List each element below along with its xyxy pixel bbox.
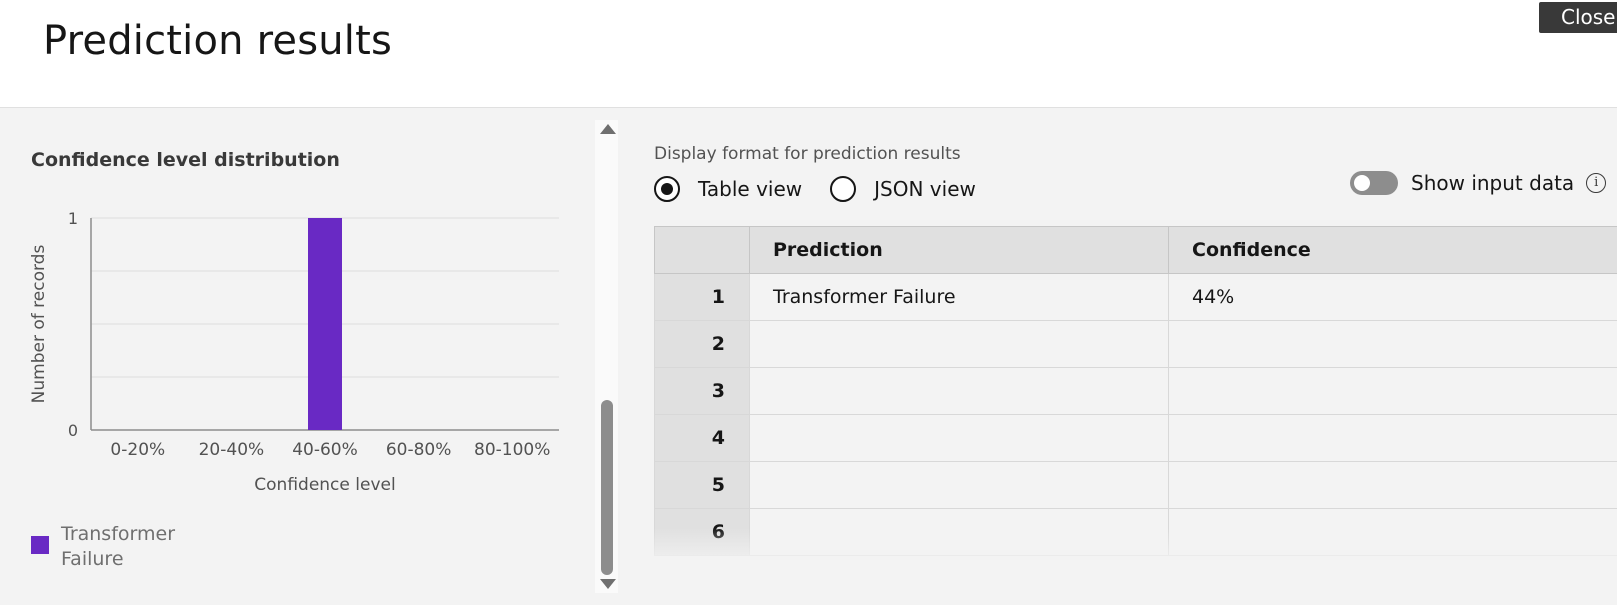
- confidence-cell[interactable]: [1168, 320, 1617, 368]
- radio-selected-dot: [661, 183, 673, 195]
- modal-header: Prediction results Close: [0, 0, 1617, 108]
- prediction-cell[interactable]: [749, 414, 1169, 462]
- radio-button-icon[interactable]: [654, 176, 680, 202]
- radio-button-icon[interactable]: [830, 176, 857, 202]
- table-row[interactable]: 2: [654, 320, 1617, 368]
- row-index-header: [654, 226, 750, 274]
- page-title: Prediction results: [43, 18, 393, 64]
- scroll-up-arrow-icon[interactable]: [600, 124, 616, 134]
- info-icon[interactable]: i: [1586, 173, 1607, 193]
- scroll-down-arrow-icon[interactable]: [600, 579, 616, 589]
- legend-label: Transformer Failure: [61, 522, 191, 572]
- row-index-cell: 5: [654, 461, 750, 509]
- view-radio-group: Table view JSON view: [654, 176, 1004, 202]
- table-row[interactable]: 3: [654, 367, 1617, 415]
- x-tick-label: 20-40%: [199, 440, 265, 460]
- prediction-cell[interactable]: [749, 367, 1169, 415]
- confidence-cell[interactable]: [1168, 414, 1617, 462]
- x-tick-label: 60-80%: [386, 440, 452, 460]
- prediction-cell[interactable]: [749, 461, 1169, 509]
- json-view-label[interactable]: JSON view: [874, 177, 976, 201]
- confidence-cell[interactable]: [1168, 508, 1617, 556]
- y-axis-title: Number of records: [29, 245, 49, 404]
- column-header-confidence[interactable]: Confidence: [1168, 226, 1617, 274]
- table-row[interactable]: 4: [654, 414, 1617, 462]
- table-view-radio[interactable]: Table view: [654, 176, 802, 202]
- toggle-knob: [1354, 175, 1370, 191]
- bar: [308, 218, 342, 430]
- x-tick-label: 0-20%: [110, 440, 165, 460]
- show-input-data-control: Show input data i: [1350, 171, 1607, 195]
- chart-legend: Transformer Failure: [31, 522, 191, 572]
- confidence-cell[interactable]: [1168, 367, 1617, 415]
- y-tick-label: 1: [68, 209, 78, 228]
- y-tick-label: 0: [68, 421, 78, 440]
- confidence-cell[interactable]: [1168, 461, 1617, 509]
- show-input-data-toggle[interactable]: [1350, 171, 1398, 195]
- prediction-cell[interactable]: Transformer Failure: [749, 273, 1169, 321]
- display-format-label: Display format for prediction results: [654, 144, 961, 164]
- row-index-cell: 2: [654, 320, 750, 368]
- table-view-label[interactable]: Table view: [698, 177, 802, 201]
- legend-swatch: [31, 536, 49, 554]
- modal-body: Confidence level distribution 0 1 0-20% 20-…: [0, 108, 1617, 605]
- x-tick-label: 80-100%: [474, 440, 550, 460]
- table-row[interactable]: 1 Transformer Failure 44%: [654, 273, 1617, 321]
- legend-label-line2: Failure: [61, 548, 124, 570]
- row-index-cell: 3: [654, 367, 750, 415]
- row-index-cell: 6: [654, 508, 750, 556]
- x-tick-label: 40-60%: [292, 440, 358, 460]
- x-axis-title: Confidence level: [254, 475, 395, 495]
- show-input-data-label: Show input data: [1411, 171, 1575, 195]
- table-row[interactable]: 5: [654, 461, 1617, 509]
- prediction-cell[interactable]: [749, 320, 1169, 368]
- legend-label-line1: Transformer: [61, 523, 176, 545]
- column-header-prediction[interactable]: Prediction: [749, 226, 1169, 274]
- row-index-cell: 1: [654, 273, 750, 321]
- confidence-cell[interactable]: 44%: [1168, 273, 1617, 321]
- row-index-cell: 4: [654, 414, 750, 462]
- confidence-bar-chart: 0 1 0-20% 20-40% 40-60% 60-80% 80-100% Confiden…: [29, 209, 559, 495]
- results-table: Prediction Confidence 1 Transformer Failu…: [654, 226, 1617, 556]
- table-header-row: Prediction Confidence: [654, 226, 1617, 274]
- prediction-cell[interactable]: [749, 508, 1169, 556]
- results-table-container: Prediction Confidence 1 Transformer Failu…: [654, 226, 1617, 561]
- close-button[interactable]: Close: [1539, 2, 1617, 33]
- vertical-scrollbar[interactable]: [595, 120, 618, 593]
- json-view-radio[interactable]: JSON view: [830, 176, 976, 202]
- table-row[interactable]: 6: [654, 508, 1617, 556]
- scroll-thumb[interactable]: [601, 400, 613, 575]
